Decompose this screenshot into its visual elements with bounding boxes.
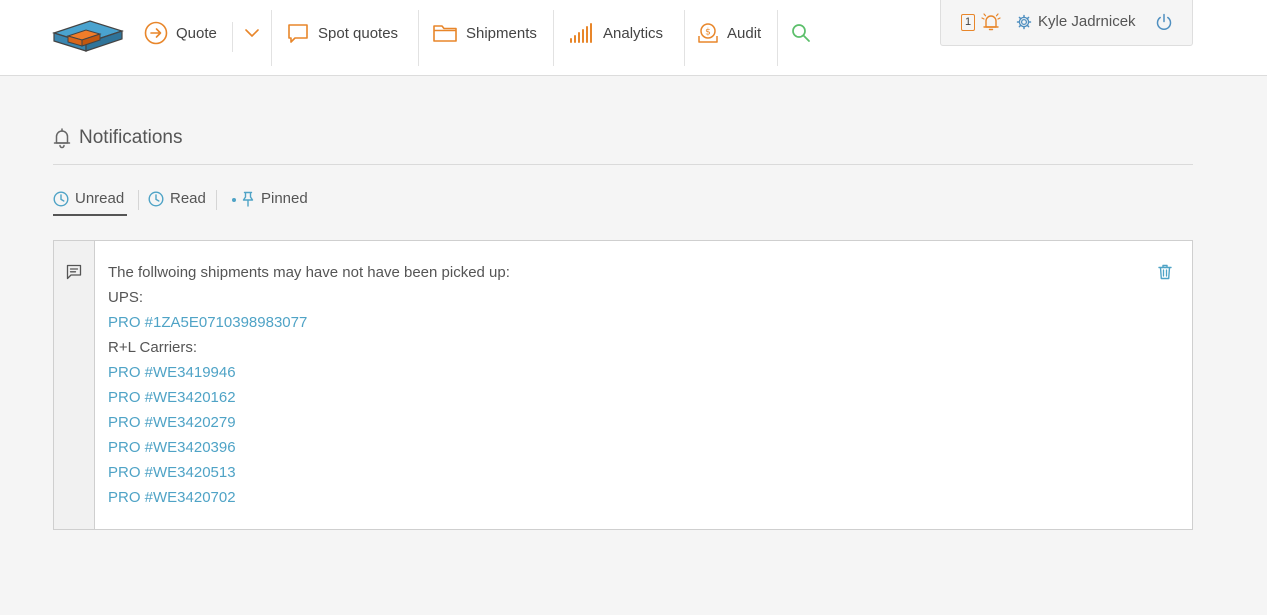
- alert-count-badge[interactable]: 1: [961, 14, 975, 31]
- nav-shipments[interactable]: Shipments: [432, 0, 537, 66]
- nav-spot-quotes-label: Spot quotes: [318, 24, 399, 42]
- pro-link[interactable]: PRO #WE3419946: [108, 360, 510, 385]
- clock-icon: [148, 191, 164, 207]
- carrier-label: UPS:: [108, 289, 144, 306]
- search-button[interactable]: [791, 0, 811, 66]
- pro-link[interactable]: PRO #WE3420279: [108, 410, 510, 435]
- divider: [53, 164, 1193, 165]
- logo-icon[interactable]: [52, 17, 124, 55]
- quote-dropdown-button[interactable]: [244, 0, 260, 66]
- tab-pinned[interactable]: Pinned: [232, 186, 308, 216]
- nav-analytics[interactable]: Analytics: [569, 0, 663, 66]
- carrier-label: R+L Carriers:: [108, 339, 198, 356]
- top-navigation-bar: Quote Spot quotes Shipments Analytics $: [0, 0, 1267, 76]
- trash-icon[interactable]: [1158, 264, 1172, 280]
- divider: [216, 190, 217, 210]
- dot-indicator: [232, 198, 236, 202]
- card-sidebar: [54, 241, 95, 529]
- folder-icon: [433, 25, 457, 42]
- alarm-bell-icon[interactable]: [980, 12, 1002, 32]
- arrow-right-circle-icon: [144, 21, 168, 45]
- tab-pinned-label: Pinned: [261, 190, 308, 207]
- pro-link[interactable]: PRO #1ZA5E0710398983077: [108, 310, 510, 335]
- pin-icon: [242, 191, 254, 207]
- nav-quote-label: Quote: [176, 24, 217, 42]
- power-icon[interactable]: [1155, 13, 1173, 31]
- tab-read-label: Read: [170, 190, 206, 207]
- page-title: Notifications: [79, 127, 183, 148]
- gear-icon[interactable]: [1016, 14, 1032, 30]
- divider: [553, 10, 554, 66]
- svg-text:$: $: [705, 28, 711, 38]
- nav-audit[interactable]: $ Audit: [697, 0, 761, 66]
- divider: [684, 10, 685, 66]
- money-tray-icon: $: [698, 23, 718, 43]
- divider: [271, 10, 272, 66]
- pro-link[interactable]: PRO #WE3420162: [108, 385, 510, 410]
- notification-intro: The follwoing shipments may have not hav…: [108, 264, 510, 281]
- pro-link[interactable]: PRO #WE3420396: [108, 435, 510, 460]
- chat-bubble-icon: [288, 24, 308, 43]
- search-icon: [792, 24, 810, 42]
- nav-quote[interactable]: Quote: [144, 0, 217, 66]
- message-icon: [66, 264, 82, 280]
- nav-spot-quotes[interactable]: Spot quotes: [286, 0, 398, 66]
- bar-chart-icon: [570, 23, 592, 43]
- chevron-down-icon: [245, 29, 259, 37]
- page-header: Notifications: [53, 127, 183, 149]
- divider: [418, 10, 419, 66]
- bell-icon: [53, 128, 71, 149]
- clock-icon: [53, 191, 69, 207]
- tab-read[interactable]: Read: [148, 186, 206, 216]
- divider: [232, 22, 233, 52]
- nav-audit-label: Audit: [727, 24, 762, 42]
- user-name[interactable]: Kyle Jadrnicek: [1038, 13, 1136, 31]
- nav-analytics-label: Analytics: [603, 24, 664, 42]
- divider: [777, 10, 778, 66]
- nav-shipments-label: Shipments: [466, 24, 537, 42]
- tab-unread[interactable]: Unread: [53, 186, 127, 216]
- pro-link[interactable]: PRO #WE3420513: [108, 460, 510, 485]
- pro-link[interactable]: PRO #WE3420702: [108, 485, 510, 510]
- tab-unread-label: Unread: [75, 190, 125, 207]
- divider: [138, 190, 139, 210]
- notification-card: The follwoing shipments may have not hav…: [53, 240, 1193, 530]
- notification-message: The follwoing shipments may have not hav…: [108, 260, 510, 510]
- user-panel: 1 Kyle Jadrnicek: [940, 0, 1193, 46]
